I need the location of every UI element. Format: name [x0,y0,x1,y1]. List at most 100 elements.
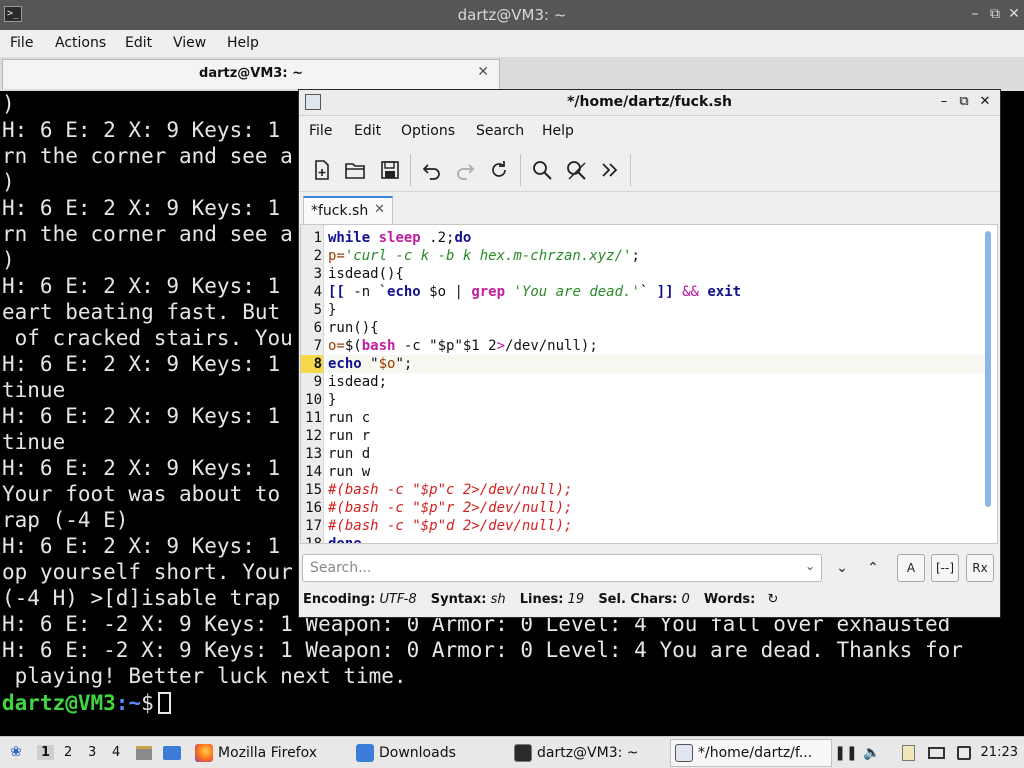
code-line[interactable]: echo "$o"; [328,355,412,373]
vertical-scrollbar[interactable] [985,231,991,507]
pause-icon[interactable]: ❚❚ [834,743,857,763]
editor-window[interactable]: */home/dartz/fuck.sh – ⧉ ✕ File Edit Opt… [298,89,1001,618]
line-number: 16 [305,500,322,516]
line-number: 10 [305,392,322,408]
code-line[interactable]: o=$(bash -c "$p"$1 2>/dev/null); [328,337,598,355]
match-case-button[interactable]: A [897,554,925,582]
menu-actions[interactable]: Actions [55,35,106,51]
undo-icon[interactable] [418,156,446,184]
terminal-tabbar: dartz@VM3: ~ ✕ [0,57,1024,91]
code-line[interactable]: run d [328,445,370,463]
current-line-highlight [325,355,985,373]
code-line[interactable]: run(){ [328,319,379,337]
regex-button[interactable]: Rx [966,554,994,582]
terminal-line: ) [2,170,15,194]
file-manager-launcher-icon[interactable] [134,743,154,763]
chevron-down-icon[interactable]: ⌄ [805,559,815,573]
terminal-prompt-line[interactable]: dartz@VM3:~$ [2,690,171,716]
editor-menu-search[interactable]: Search [476,123,524,139]
code-line[interactable]: } [328,301,336,319]
terminal-line: H: 6 E: 2 X: 9 Keys: 1 [2,352,281,376]
workspace-3[interactable]: 3 [88,745,96,760]
terminal-line: Your foot was about to [2,482,281,506]
editor-menu-edit[interactable]: Edit [354,123,381,139]
task-editor-label: */home/dartz/f... [698,745,813,761]
close-tab-icon[interactable]: ✕ [477,64,489,80]
menu-view[interactable]: View [173,35,206,51]
editor-task-icon [675,744,693,762]
close-tab-icon[interactable]: ✕ [374,202,385,217]
code-line[interactable]: #(bash -c "$p"d 2>/dev/null); [328,517,572,535]
display-icon[interactable] [926,743,946,763]
editor-minimize-button[interactable]: – [935,93,953,111]
refresh-icon[interactable]: ↻ [768,592,779,607]
terminal-line: rap (-4 E) [2,508,129,532]
line-number: 15 [305,482,322,498]
workspace-2[interactable]: 2 [64,745,72,760]
clipboard-icon[interactable] [898,743,918,763]
task-downloads[interactable]: Downloads [352,739,507,767]
new-file-icon[interactable] [308,156,336,184]
line-number: 5 [313,302,322,318]
task-terminal[interactable]: dartz@VM3: ~ [510,739,668,767]
prompt-user: dartz@VM3 [2,691,116,715]
folder-icon [356,744,374,762]
search-input[interactable]: Search... ⌄ [302,554,822,582]
code-line[interactable]: done [328,535,362,543]
editor-maximize-button[interactable]: ⧉ [955,93,973,111]
close-button[interactable]: ✕ [1005,5,1023,23]
terminal-line: H: 6 E: 2 X: 9 Keys: 1 [2,404,281,428]
line-number: 3 [313,266,322,282]
code-line[interactable]: run c [328,409,370,427]
task-firefox-label: Mozilla Firefox [218,745,318,761]
redo-icon[interactable] [451,156,479,184]
workspace-4[interactable]: 4 [112,745,120,760]
line-number: 7 [313,338,322,354]
terminal-line: rn the corner and see a [2,222,293,246]
terminal-line: of cracked stairs. You [2,326,293,350]
whole-word-button[interactable]: [--] [931,554,959,582]
editor-menu-file[interactable]: File [309,123,332,139]
editor-titlebar[interactable]: */home/dartz/fuck.sh – ⧉ ✕ [299,90,1000,116]
code-editor[interactable]: 1 2 3 4 5 6 7 8 9 10 11 12 13 14 15 16 1… [300,224,998,544]
terminal-line: H: 6 E: 2 X: 9 Keys: 1 [2,534,281,558]
workspace-1[interactable]: 1 [37,745,55,760]
editor-tab[interactable]: *fuck.sh ✕ [303,196,393,226]
editor-close-button[interactable]: ✕ [976,93,994,111]
menu-file[interactable]: File [10,35,33,51]
code-line[interactable]: isdead(){ [328,265,404,283]
code-line[interactable]: #(bash -c "$p"c 2>/dev/null); [328,481,572,499]
more-icon[interactable] [596,156,624,184]
volume-icon[interactable]: 🔈 [862,743,882,763]
code-line[interactable]: run w [328,463,370,481]
find-previous-button[interactable]: ⌃ [861,554,885,582]
start-menu-icon[interactable]: ❀ [6,742,26,762]
line-number: 13 [305,446,322,462]
code-line[interactable]: #(bash -c "$p"r 2>/dev/null); [328,499,572,517]
open-folder-icon[interactable] [341,156,369,184]
terminal-tab[interactable]: dartz@VM3: ~ ✕ [2,59,500,89]
maximize-button[interactable]: ⧉ [986,5,1004,23]
menu-edit[interactable]: Edit [125,35,152,51]
terminal-titlebar[interactable]: >_ dartz@VM3: ~ – ⧉ ✕ [0,0,1024,30]
reload-icon[interactable] [485,156,513,184]
code-line[interactable]: run r [328,427,370,445]
code-line[interactable]: } [328,391,336,409]
find-next-button[interactable]: ⌄ [830,554,854,582]
editor-menu-options[interactable]: Options [401,123,455,139]
code-line[interactable]: [[ -n `echo $o | grep 'You are dead.'` ]… [328,283,741,301]
save-icon[interactable] [376,156,404,184]
terminal-tab-label: dartz@VM3: ~ [199,66,303,81]
editor-menu-help[interactable]: Help [542,123,574,139]
task-editor[interactable]: */home/dartz/f... [670,739,832,767]
code-line[interactable]: isdead; [328,373,387,391]
menu-help[interactable]: Help [227,35,259,51]
code-line[interactable]: p='curl -c k -b k hex.m-chrzan.xyz/'; [328,247,640,265]
network-icon[interactable] [954,743,974,763]
minimize-button[interactable]: – [966,5,984,23]
find-icon[interactable] [528,156,556,184]
show-desktop-icon[interactable] [162,743,182,763]
code-line[interactable]: while sleep .2;do [328,229,471,247]
find-replace-icon[interactable] [562,156,590,184]
task-firefox[interactable]: Mozilla Firefox [191,739,349,767]
